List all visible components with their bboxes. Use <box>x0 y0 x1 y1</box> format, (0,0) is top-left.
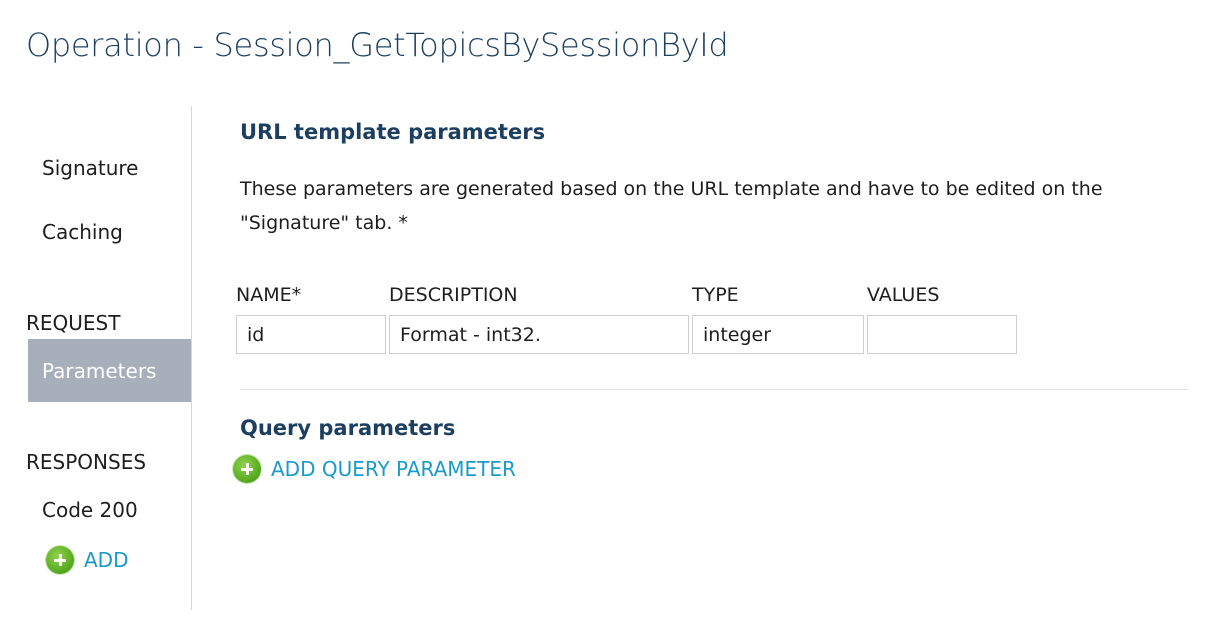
column-header-name: NAME* <box>236 284 302 306</box>
column-header-type: TYPE <box>692 284 739 306</box>
add-response-label: ADD <box>84 548 129 572</box>
query-params-title: Query parameters <box>240 416 456 440</box>
add-response-button[interactable]: ADD <box>46 546 128 574</box>
sidebar-divider <box>191 106 192 610</box>
section-divider <box>240 389 1188 390</box>
sidebar-item-parameters[interactable]: Parameters <box>28 339 192 402</box>
param-name-field[interactable]: id <box>236 315 386 354</box>
plus-circle-icon <box>233 455 261 483</box>
sidebar-heading-responses: RESPONSES <box>26 450 147 474</box>
sidebar-item-caching[interactable]: Caching <box>42 220 123 244</box>
add-query-parameter-button[interactable]: ADD QUERY PARAMETER <box>233 455 516 483</box>
sidebar-item-code-200[interactable]: Code 200 <box>42 498 138 522</box>
param-type-field[interactable]: integer <box>692 315 864 354</box>
param-values-field[interactable] <box>867 315 1017 354</box>
page-title: Operation - Session_GetTopicsBySessionBy… <box>26 26 729 64</box>
plus-circle-icon <box>46 546 74 574</box>
param-description-field[interactable]: Format - int32. <box>389 315 689 354</box>
column-header-values: VALUES <box>867 284 940 306</box>
column-header-description: DESCRIPTION <box>389 284 518 306</box>
sidebar-item-label: Parameters <box>42 359 157 383</box>
url-params-description: These parameters are generated based on … <box>240 178 1103 234</box>
url-params-title: URL template parameters <box>240 120 546 144</box>
add-query-parameter-label: ADD QUERY PARAMETER <box>271 457 516 481</box>
sidebar-item-signature[interactable]: Signature <box>42 156 138 180</box>
sidebar-heading-request: REQUEST <box>26 311 121 335</box>
